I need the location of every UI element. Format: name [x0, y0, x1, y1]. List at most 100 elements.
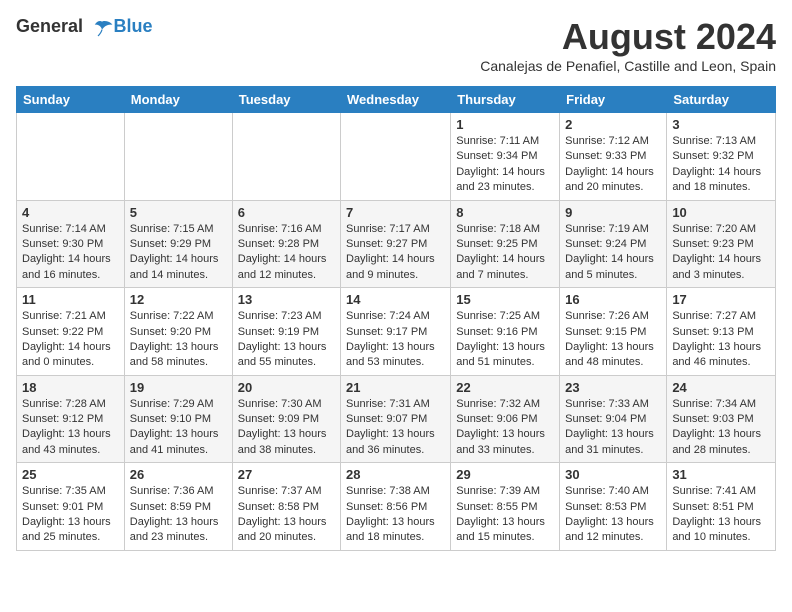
calendar-cell: 23 Sunrise: 7:33 AMSunset: 9:04 PMDayligh… [560, 375, 667, 463]
day-number: 16 [565, 292, 661, 307]
logo-blue-label: Blue [114, 16, 153, 37]
calendar-table: SundayMondayTuesdayWednesdayThursdayFrid… [16, 86, 776, 551]
day-info: Sunrise: 7:37 AMSunset: 8:58 PMDaylight:… [238, 484, 335, 546]
day-number: 12 [130, 292, 227, 307]
day-number: 6 [238, 205, 335, 220]
calendar-cell: 22 Sunrise: 7:32 AMSunset: 9:06 PMDayligh… [451, 375, 560, 463]
calendar-cell: 15 Sunrise: 7:25 AMSunset: 9:16 PMDayligh… [451, 288, 560, 376]
calendar-cell [124, 113, 232, 201]
day-info: Sunrise: 7:39 AMSunset: 8:55 PMDaylight:… [456, 484, 554, 546]
day-number: 27 [238, 467, 335, 482]
calendar-cell: 26Sunrise: 7:36 AMSunset: 8:59 PMDayligh… [124, 463, 232, 551]
day-number: 11 [22, 292, 119, 307]
weekday-header-monday: Monday [124, 87, 232, 113]
title-block: August 2024 Canalejas de Penafiel, Casti… [480, 16, 776, 82]
day-info: Sunrise: 7:32 AMSunset: 9:06 PMDaylight:… [456, 397, 554, 459]
calendar-cell: 12 Sunrise: 7:22 AMSunset: 9:20 PMDayligh… [124, 288, 232, 376]
day-info: Sunrise: 7:18 AMSunset: 9:25 PMDaylight:… [456, 222, 554, 284]
day-number: 26 [130, 467, 227, 482]
day-info: Sunrise: 7:12 AMSunset: 9:33 PMDaylight:… [565, 134, 661, 196]
day-info: Sunrise: 7:11 AMSunset: 9:34 PMDaylight:… [456, 134, 554, 196]
day-number: 22 [456, 380, 554, 395]
day-info: Sunrise: 7:34 AMSunset: 9:03 PMDaylight:… [672, 397, 770, 459]
calendar-cell: 14Sunrise: 7:24 AMSunset: 9:17 PMDayligh… [341, 288, 451, 376]
day-number: 21 [346, 380, 445, 395]
calendar-cell: 10Sunrise: 7:20 AMSunset: 9:23 PMDayligh… [667, 200, 776, 288]
weekday-header-sunday: Sunday [17, 87, 125, 113]
day-number: 4 [22, 205, 119, 220]
day-info: Sunrise: 7:27 AMSunset: 9:13 PMDaylight:… [672, 309, 770, 371]
logo-general-label: General [16, 16, 83, 36]
page-header: General Blue August 2024 Canalejas de Pe… [16, 16, 776, 82]
weekday-header-friday: Friday [560, 87, 667, 113]
weekday-header-thursday: Thursday [451, 87, 560, 113]
logo-general-text: General [16, 16, 114, 40]
calendar-week-row: 1 Sunrise: 7:11 AMSunset: 9:34 PMDaylight… [17, 113, 776, 201]
calendar-week-row: 25 Sunrise: 7:35 AMSunset: 9:01 PMDayligh… [17, 463, 776, 551]
day-number: 24 [672, 380, 770, 395]
location-subtitle: Canalejas de Penafiel, Castille and Leon… [480, 58, 776, 74]
calendar-cell: 3 Sunrise: 7:13 AMSunset: 9:32 PMDaylight… [667, 113, 776, 201]
day-info: Sunrise: 7:23 AMSunset: 9:19 PMDaylight:… [238, 309, 335, 371]
calendar-cell: 2 Sunrise: 7:12 AMSunset: 9:33 PMDaylight… [560, 113, 667, 201]
day-number: 29 [456, 467, 554, 482]
day-number: 15 [456, 292, 554, 307]
calendar-cell: 7Sunrise: 7:17 AMSunset: 9:27 PMDaylight… [341, 200, 451, 288]
day-info: Sunrise: 7:20 AMSunset: 9:23 PMDaylight:… [672, 222, 770, 284]
calendar-cell: 21 Sunrise: 7:31 AMSunset: 9:07 PMDayligh… [341, 375, 451, 463]
day-number: 3 [672, 117, 770, 132]
day-number: 2 [565, 117, 661, 132]
calendar-cell: 1 Sunrise: 7:11 AMSunset: 9:34 PMDaylight… [451, 113, 560, 201]
logo-bird-icon [90, 16, 114, 40]
calendar-cell: 31 Sunrise: 7:41 AMSunset: 8:51 PMDayligh… [667, 463, 776, 551]
day-info: Sunrise: 7:40 AMSunset: 8:53 PMDaylight:… [565, 484, 661, 546]
weekday-header-row: SundayMondayTuesdayWednesdayThursdayFrid… [17, 87, 776, 113]
calendar-cell: 18Sunrise: 7:28 AMSunset: 9:12 PMDayligh… [17, 375, 125, 463]
weekday-header-wednesday: Wednesday [341, 87, 451, 113]
day-number: 14 [346, 292, 445, 307]
calendar-cell: 5 Sunrise: 7:15 AMSunset: 9:29 PMDaylight… [124, 200, 232, 288]
day-number: 18 [22, 380, 119, 395]
day-info: Sunrise: 7:35 AMSunset: 9:01 PMDaylight:… [22, 484, 119, 546]
day-number: 1 [456, 117, 554, 132]
day-number: 23 [565, 380, 661, 395]
day-number: 7 [346, 205, 445, 220]
calendar-week-row: 4 Sunrise: 7:14 AMSunset: 9:30 PMDaylight… [17, 200, 776, 288]
calendar-cell [232, 113, 340, 201]
calendar-cell: 20 Sunrise: 7:30 AMSunset: 9:09 PMDayligh… [232, 375, 340, 463]
calendar-cell: 9Sunrise: 7:19 AMSunset: 9:24 PMDaylight… [560, 200, 667, 288]
day-number: 30 [565, 467, 661, 482]
day-number: 8 [456, 205, 554, 220]
day-info: Sunrise: 7:14 AMSunset: 9:30 PMDaylight:… [22, 222, 119, 284]
calendar-week-row: 18Sunrise: 7:28 AMSunset: 9:12 PMDayligh… [17, 375, 776, 463]
day-info: Sunrise: 7:22 AMSunset: 9:20 PMDaylight:… [130, 309, 227, 371]
calendar-cell: 24 Sunrise: 7:34 AMSunset: 9:03 PMDayligh… [667, 375, 776, 463]
calendar-cell: 6Sunrise: 7:16 AMSunset: 9:28 PMDaylight… [232, 200, 340, 288]
day-info: Sunrise: 7:38 AMSunset: 8:56 PMDaylight:… [346, 484, 445, 546]
day-number: 31 [672, 467, 770, 482]
day-number: 17 [672, 292, 770, 307]
day-number: 25 [22, 467, 119, 482]
month-year-title: August 2024 [480, 16, 776, 58]
weekday-header-saturday: Saturday [667, 87, 776, 113]
calendar-cell: 29 Sunrise: 7:39 AMSunset: 8:55 PMDayligh… [451, 463, 560, 551]
day-info: Sunrise: 7:15 AMSunset: 9:29 PMDaylight:… [130, 222, 227, 284]
day-number: 13 [238, 292, 335, 307]
day-number: 5 [130, 205, 227, 220]
day-info: Sunrise: 7:41 AMSunset: 8:51 PMDaylight:… [672, 484, 770, 546]
day-info: Sunrise: 7:31 AMSunset: 9:07 PMDaylight:… [346, 397, 445, 459]
day-number: 20 [238, 380, 335, 395]
calendar-cell [17, 113, 125, 201]
day-info: Sunrise: 7:13 AMSunset: 9:32 PMDaylight:… [672, 134, 770, 196]
day-info: Sunrise: 7:26 AMSunset: 9:15 PMDaylight:… [565, 309, 661, 371]
logo: General Blue [16, 16, 153, 40]
calendar-cell: 16 Sunrise: 7:26 AMSunset: 9:15 PMDayligh… [560, 288, 667, 376]
weekday-header-tuesday: Tuesday [232, 87, 340, 113]
calendar-cell: 28Sunrise: 7:38 AMSunset: 8:56 PMDayligh… [341, 463, 451, 551]
day-info: Sunrise: 7:33 AMSunset: 9:04 PMDaylight:… [565, 397, 661, 459]
calendar-week-row: 11Sunrise: 7:21 AMSunset: 9:22 PMDayligh… [17, 288, 776, 376]
calendar-cell: 8 Sunrise: 7:18 AMSunset: 9:25 PMDaylight… [451, 200, 560, 288]
day-info: Sunrise: 7:25 AMSunset: 9:16 PMDaylight:… [456, 309, 554, 371]
day-info: Sunrise: 7:30 AMSunset: 9:09 PMDaylight:… [238, 397, 335, 459]
calendar-cell: 17 Sunrise: 7:27 AMSunset: 9:13 PMDayligh… [667, 288, 776, 376]
